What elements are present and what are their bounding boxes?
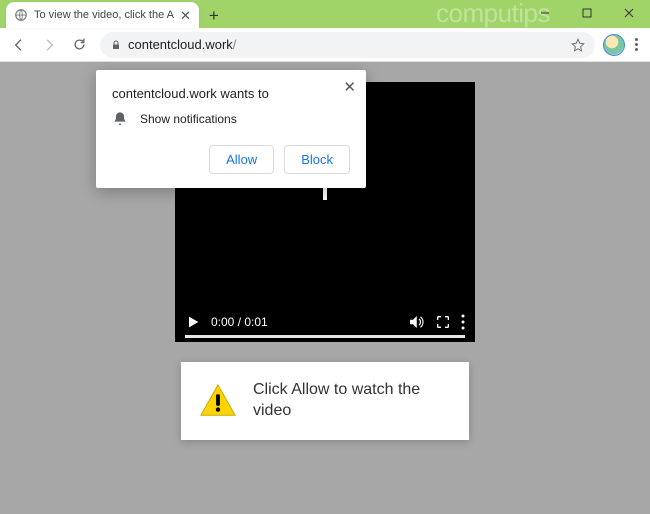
reload-button[interactable] xyxy=(66,32,92,58)
block-button[interactable]: Block xyxy=(284,145,350,174)
globe-icon xyxy=(14,8,28,22)
instruction-card: Click Allow to watch the video xyxy=(181,362,469,440)
forward-button[interactable] xyxy=(36,32,62,58)
profile-avatar[interactable] xyxy=(603,34,625,56)
popup-close-icon[interactable]: ✕ xyxy=(343,78,356,96)
allow-button[interactable]: Allow xyxy=(209,145,274,174)
video-menu-icon[interactable] xyxy=(461,314,465,330)
close-button[interactable] xyxy=(608,0,650,26)
maximize-button[interactable] xyxy=(566,0,608,26)
instruction-text: Click Allow to watch the video xyxy=(253,380,451,422)
browser-menu-button[interactable] xyxy=(629,34,644,55)
minimize-button[interactable] xyxy=(524,0,566,26)
tab-close-icon[interactable]: ✕ xyxy=(180,9,191,22)
back-button[interactable] xyxy=(6,32,32,58)
browser-tab[interactable]: To view the video, click the Allow ✕ xyxy=(6,2,199,28)
permission-label: Show notifications xyxy=(140,112,237,126)
fullscreen-icon[interactable] xyxy=(435,314,451,330)
play-icon[interactable] xyxy=(185,314,201,330)
video-progress-bar[interactable] xyxy=(185,335,465,338)
lock-icon xyxy=(110,39,122,51)
url-text: contentcloud.work/ xyxy=(128,37,565,52)
permission-row: Show notifications xyxy=(112,111,350,127)
volume-icon[interactable] xyxy=(407,313,425,331)
browser-toolbar: contentcloud.work/ xyxy=(0,28,650,62)
bell-icon xyxy=(112,111,128,127)
tab-title: To view the video, click the Allow xyxy=(34,9,174,21)
browser-window: computips To view the video, click the A… xyxy=(0,0,650,62)
popup-title: contentcloud.work wants to xyxy=(112,86,350,101)
new-tab-button[interactable]: + xyxy=(209,7,219,28)
address-bar[interactable]: contentcloud.work/ xyxy=(100,32,595,58)
notification-permission-popup: ✕ contentcloud.work wants to Show notifi… xyxy=(96,70,366,188)
bookmark-star-icon[interactable] xyxy=(571,38,585,52)
warning-icon xyxy=(199,382,237,420)
page-content: 0:00 / 0:01 Click Allow to watch the vid… xyxy=(0,62,650,514)
video-time: 0:00 / 0:01 xyxy=(211,315,268,329)
titlebar: computips To view the video, click the A… xyxy=(0,0,650,28)
popup-actions: Allow Block xyxy=(112,145,350,174)
window-controls xyxy=(524,0,650,26)
